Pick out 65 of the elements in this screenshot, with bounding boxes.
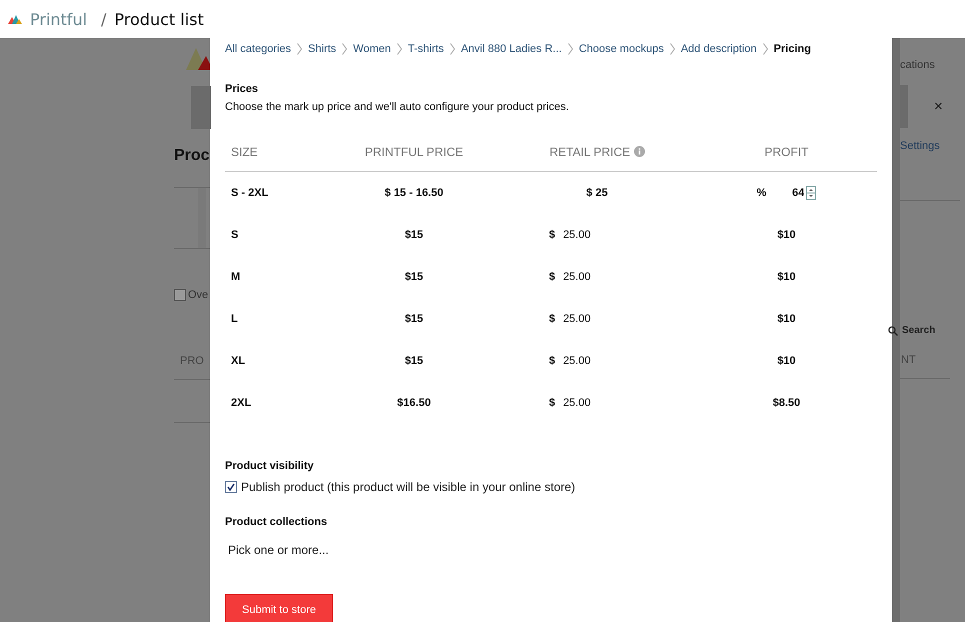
chevron-icon bbox=[450, 43, 455, 55]
close-button[interactable]: × bbox=[934, 99, 943, 114]
checkbox[interactable] bbox=[174, 289, 186, 301]
page-heading: Proc bbox=[174, 147, 210, 165]
checkbox[interactable] bbox=[225, 481, 237, 493]
table-cell: $15 bbox=[404, 271, 424, 283]
breadcrumb-current[interactable]: Pricing bbox=[774, 43, 811, 55]
section-title: Product visibility bbox=[225, 460, 315, 472]
table-cell-text: L bbox=[230, 313, 239, 325]
brand-link[interactable]: Printful bbox=[30, 10, 88, 28]
submit-button[interactable]: Submit to store bbox=[225, 594, 333, 622]
chevron-icon bbox=[568, 43, 573, 55]
section-title: Product collections bbox=[225, 516, 328, 528]
table-cell-text: S bbox=[230, 229, 240, 241]
table-cell: $10 bbox=[777, 313, 796, 325]
table-cell-text: XL bbox=[230, 355, 246, 367]
breadcrumb-link[interactable]: Add description bbox=[680, 43, 757, 55]
column-header: PROFIT bbox=[764, 145, 808, 159]
table-cell: $10 bbox=[777, 355, 796, 367]
column-header: PRINTFUL PRICE bbox=[364, 145, 464, 159]
breadcrumb-separator: / bbox=[101, 10, 106, 28]
table-cell: $8.50 bbox=[772, 397, 800, 409]
checkbox-label: Publish product (this product will be visible in your online store) bbox=[241, 480, 576, 494]
table-cell: $16.50 bbox=[397, 397, 431, 409]
breadcrumb-link[interactable]: Shirts bbox=[308, 43, 336, 55]
section-title: Prices bbox=[225, 83, 260, 95]
checkbox-label: Ove bbox=[188, 289, 208, 301]
column-header: NT bbox=[901, 354, 917, 366]
table-cell: $15 bbox=[404, 313, 424, 325]
table-cell: $15 bbox=[404, 229, 424, 241]
currency-label: $ bbox=[548, 355, 556, 367]
currency-label: $ bbox=[548, 397, 556, 409]
table-cell: $15 bbox=[404, 355, 424, 367]
logo-icon bbox=[8, 14, 22, 24]
info-icon bbox=[634, 146, 645, 157]
breadcrumb-link[interactable]: T-shirts bbox=[408, 43, 444, 55]
page-title: Product list bbox=[114, 10, 204, 28]
chevron-icon bbox=[297, 43, 302, 55]
breadcrumb-link[interactable]: All categories bbox=[225, 43, 292, 55]
currency-label: $ bbox=[548, 271, 556, 283]
table-cell-text: 2XL bbox=[230, 397, 252, 409]
table-cell-text: S - 2XL bbox=[230, 187, 270, 199]
column-header: RETAIL PRICE bbox=[549, 145, 645, 159]
button-background bbox=[191, 86, 211, 129]
breadcrumb-link[interactable]: Choose mockups bbox=[578, 43, 664, 55]
column-header: PRO bbox=[180, 355, 205, 367]
chevron-icon bbox=[762, 43, 768, 55]
breadcrumb-link[interactable]: Anvil 880 Ladies R... bbox=[460, 43, 562, 55]
table-cell: $10 bbox=[777, 229, 796, 241]
chevron-icon bbox=[396, 43, 402, 55]
search-button[interactable]: Search bbox=[888, 325, 965, 336]
search-icon bbox=[888, 326, 898, 336]
table-cell: $ 25 bbox=[586, 187, 608, 199]
chevron-icon bbox=[670, 43, 675, 55]
table-cell: $ 15 - 16.50 bbox=[384, 187, 444, 199]
breadcrumb-link[interactable]: Women bbox=[353, 43, 391, 55]
section-hint: Choose the mark up price and we'll auto configure your product prices. bbox=[225, 101, 570, 113]
column-header: SIZE bbox=[230, 145, 259, 159]
currency-label: $ bbox=[548, 313, 556, 325]
spinner-icon[interactable] bbox=[806, 186, 816, 200]
chevron-icon bbox=[342, 43, 348, 55]
table-cell-text: M bbox=[230, 271, 242, 283]
unit-label: % bbox=[756, 187, 766, 199]
currency-label: $ bbox=[548, 229, 556, 241]
table-cell: $10 bbox=[777, 271, 796, 283]
